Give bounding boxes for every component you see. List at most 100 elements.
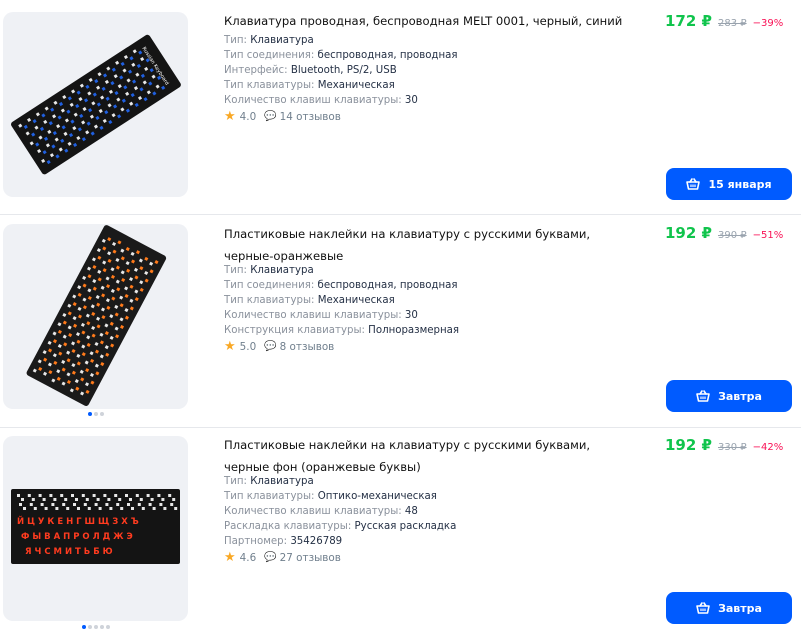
key-glyph [19, 503, 22, 506]
key-glyph [157, 494, 161, 497]
product-card[interactable]: Russian Keyboard Клавиатура проводная, б… [0, 0, 801, 214]
product-title[interactable]: Пластиковые наклейки на клавиатуру с рус… [224, 223, 624, 267]
key-glyph [27, 494, 31, 497]
old-price: 390 ₽ [717, 230, 747, 241]
key-glyph [137, 503, 141, 506]
spec-row: Тип клавиатуры: Оптико-механическая [224, 491, 437, 502]
product-image[interactable]: Й Ц У К Е Н Г Ш Щ З Х Ъ Ф Ы В А П Р О Л … [3, 436, 188, 621]
discount-badge: −51% [752, 230, 784, 241]
key-glyph [170, 503, 174, 506]
key-glyph [129, 498, 132, 501]
key-glyph [105, 503, 109, 506]
rating-row[interactable]: ★ 4.0 💬 14 отзывов [224, 109, 341, 124]
key-glyph [139, 498, 143, 501]
delivery-date-label: 15 января [708, 177, 772, 191]
spec-row: Тип: Клавиатура [224, 35, 314, 46]
basket-icon [696, 390, 710, 402]
key-glyph [163, 507, 167, 510]
key-glyph [98, 507, 102, 510]
reviews-bubble-icon: 💬 [264, 341, 277, 352]
carousel-dot[interactable] [105, 625, 110, 629]
rating-value: 4.6 [239, 551, 257, 564]
key-glyph [53, 498, 57, 501]
discount-badge: −42% [752, 442, 784, 453]
key-glyph [71, 494, 74, 497]
price-block: 192 ₽ 330 ₽ −42% [665, 436, 783, 454]
key-glyph [127, 503, 130, 506]
spec-row: Тип клавиатуры: Механическая [224, 295, 395, 306]
product-image[interactable]: Russian Keyboard [3, 12, 188, 197]
key-glyph [159, 503, 163, 506]
key-glyph [148, 503, 152, 506]
image-carousel-dots[interactable] [0, 412, 191, 416]
key-glyph [172, 498, 176, 501]
product-card[interactable]: Й Ц У К Е Н Г Ш Щ З Х Ъ Ф Ы В А П Р О Л … [0, 428, 801, 633]
current-price: 192 ₽ [665, 224, 712, 242]
key-glyph [116, 503, 120, 506]
key-glyph [49, 494, 53, 497]
price-block: 192 ₽ 390 ₽ −51% [665, 224, 783, 242]
keyboard-sticker-image: Й Ц У К Е Н Г Ш Щ З Х Ъ Ф Ы В А П Р О Л … [11, 489, 180, 564]
key-glyph [44, 507, 48, 510]
spec-row: Тип клавиатуры: Механическая [224, 80, 395, 91]
key-glyph [64, 498, 68, 501]
key-glyph [96, 498, 100, 501]
sticker-row-1: Й Ц У К Е Н Г Ш Щ З Х Ъ [17, 515, 139, 527]
spec-list: Тип: Клавиатура Тип клавиатуры: Оптико-м… [224, 474, 644, 549]
rating-row[interactable]: ★ 5.0 💬 8 отзывов [224, 339, 334, 354]
carousel-dot[interactable] [81, 625, 86, 629]
spec-list: Тип: Клавиатура Тип соединения: беспрово… [224, 263, 644, 338]
spec-row: Тип: Клавиатура [224, 265, 314, 276]
spec-row: Интерфейс: Bluetooth, PS/2, USB [224, 65, 397, 76]
sticker-row-3: Я Ч С М И Т Ь Б Ю [25, 547, 113, 557]
spec-row: Партномер: 35426789 [224, 536, 343, 547]
carousel-dot[interactable] [99, 412, 104, 416]
add-to-cart-button[interactable]: Завтра [666, 592, 792, 624]
key-glyph [109, 507, 113, 510]
product-image[interactable] [3, 224, 188, 409]
product-card[interactable]: Пластиковые наклейки на клавиатуру с рус… [0, 215, 801, 427]
key-glyph [94, 503, 98, 506]
carousel-dot[interactable] [99, 625, 104, 629]
spec-row: Конструкция клавиатуры: Полноразмерная [224, 325, 460, 336]
delivery-date-label: Завтра [718, 601, 762, 615]
key-glyph [31, 498, 35, 501]
key-glyph [131, 507, 134, 510]
price-block: 172 ₽ 283 ₽ −39% [665, 12, 783, 30]
key-glyph [125, 494, 128, 497]
key-glyph [51, 503, 55, 506]
product-title[interactable]: Пластиковые наклейки на клавиатуру с рус… [224, 434, 624, 478]
star-icon: ★ [224, 550, 236, 565]
spec-row: Раскладка клавиатуры: Русская раскладка [224, 521, 457, 532]
key-glyph [21, 498, 24, 501]
rating-row[interactable]: ★ 4.6 💬 27 отзывов [224, 550, 341, 565]
key-glyph [146, 494, 150, 497]
key-glyph [120, 507, 124, 510]
carousel-dot[interactable] [87, 412, 92, 416]
rating-value: 5.0 [239, 340, 257, 353]
key-glyph [152, 507, 156, 510]
carousel-dot[interactable] [93, 412, 98, 416]
key-glyph [77, 507, 80, 510]
spec-list: Тип: Клавиатура Тип соединения: беспрово… [224, 33, 644, 108]
basket-icon [696, 602, 710, 614]
keyboard-sticker-image [26, 225, 167, 407]
key-glyph [81, 494, 85, 497]
carousel-dot[interactable] [87, 625, 92, 629]
reviews-count: 14 отзывов [279, 110, 341, 123]
image-carousel-dots[interactable] [0, 625, 191, 629]
reviews-bubble-icon: 💬 [264, 552, 277, 563]
key-glyph [66, 507, 70, 510]
keyboard-sticker-image: Russian Keyboard [11, 34, 181, 175]
reviews-bubble-icon: 💬 [264, 111, 277, 122]
add-to-cart-button[interactable]: Завтра [666, 380, 792, 412]
key-glyph [103, 494, 107, 497]
spec-row: Тип: Клавиатура [224, 476, 314, 487]
key-glyph [17, 494, 20, 497]
reviews-count: 8 отзывов [279, 340, 335, 353]
product-title[interactable]: Клавиатура проводная, беспроводная MELT … [224, 10, 624, 32]
spec-row: Количество клавиш клавиатуры: 30 [224, 310, 418, 321]
carousel-dot[interactable] [93, 625, 98, 629]
add-to-cart-button[interactable]: 15 января [666, 168, 792, 200]
key-glyph [60, 494, 64, 497]
